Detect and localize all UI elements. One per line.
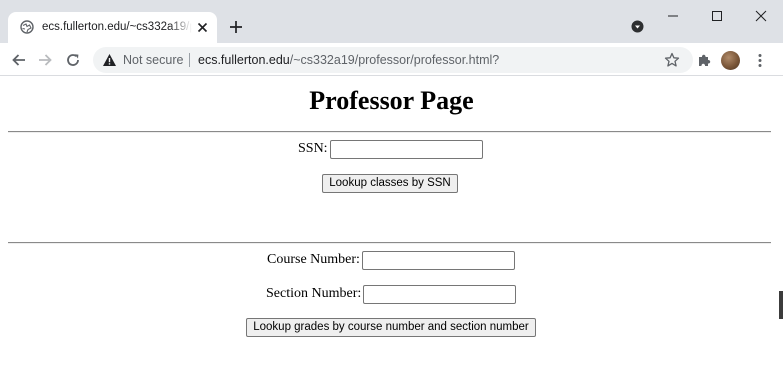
course-number-input[interactable]	[361, 250, 515, 270]
maximize-button[interactable]	[695, 0, 739, 32]
plus-icon[interactable]	[226, 17, 246, 37]
url-host: ecs.fullerton.edu	[198, 53, 290, 67]
forward-arrow-icon[interactable]	[35, 50, 55, 70]
ssn-input[interactable]	[329, 139, 483, 159]
url-text[interactable]: ecs.fullerton.edu/~cs332a19/professor/pr…	[198, 52, 499, 68]
course-number-label: Course Number:	[267, 252, 360, 267]
back-arrow-icon[interactable]	[9, 50, 29, 70]
reload-icon[interactable]	[63, 50, 83, 70]
ssn-label: SSN:	[298, 141, 328, 156]
page-title: Professor Page	[309, 86, 474, 115]
lookup-grades-button[interactable]: Lookup grades by course number and secti…	[246, 318, 536, 337]
ssn-row: SSN:	[298, 139, 483, 159]
section-number-input[interactable]	[363, 284, 517, 304]
star-icon[interactable]	[664, 52, 680, 68]
kebab-menu-icon[interactable]	[753, 53, 767, 68]
window-close-icon	[755, 10, 767, 22]
minimize-button[interactable]	[651, 0, 695, 32]
window-close-button[interactable]	[739, 0, 783, 32]
minimize-icon	[668, 15, 678, 17]
divider	[8, 131, 771, 133]
browser-tab[interactable]: ecs.fullerton.edu/~cs332a19/professor/pr…	[8, 12, 217, 43]
profile-indicator-icon[interactable]	[631, 20, 644, 33]
address-bar[interactable]: Not secure ecs.fullerton.edu/~cs332a19/p…	[93, 47, 693, 73]
address-separator	[189, 53, 190, 67]
lookup-classes-button[interactable]: Lookup classes by SSN	[322, 174, 458, 193]
url-path: /~cs332a19/professor/professor.html?	[289, 53, 500, 67]
globe-icon	[20, 20, 34, 34]
browser-toolbar: Not secure ecs.fullerton.edu/~cs332a19/p…	[0, 43, 783, 76]
course-number-row: Course Number:	[267, 250, 515, 270]
avatar[interactable]	[721, 51, 740, 70]
divider	[8, 242, 771, 244]
section-number-row: Section Number:	[266, 284, 517, 304]
browser-titlebar: ecs.fullerton.edu/~cs332a19/professor/pr…	[0, 0, 783, 43]
puzzle-icon[interactable]	[697, 53, 712, 68]
security-status[interactable]: Not secure	[123, 52, 183, 68]
close-icon[interactable]	[196, 21, 209, 34]
section-number-label: Section Number:	[266, 286, 362, 301]
scrollbar-edge[interactable]	[779, 291, 783, 319]
page-content: Professor Page SSN: Lookup classes by SS…	[0, 77, 783, 387]
tab-title: ecs.fullerton.edu/~cs332a19/professor/pr…	[42, 21, 192, 33]
maximize-icon	[712, 11, 722, 21]
warning-icon[interactable]	[102, 53, 117, 67]
